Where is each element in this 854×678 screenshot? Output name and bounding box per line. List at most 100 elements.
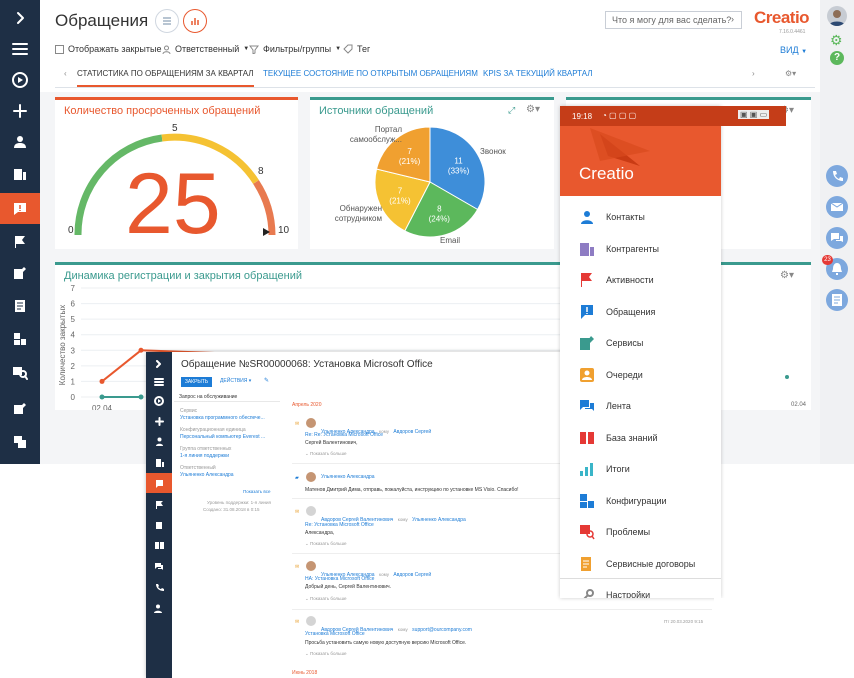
expand-icon[interactable] [0, 2, 40, 33]
flag-icon[interactable] [0, 226, 40, 257]
problems-icon[interactable] [0, 357, 40, 388]
subject[interactable]: Re: Re: Установка Microsoft Office [305, 432, 383, 438]
mobile-menu-activities[interactable]: Активности [560, 264, 721, 295]
tab-settings-icon[interactable]: ⚙▾ [785, 69, 796, 78]
show-closed-toggle[interactable]: Отображать закрытые [55, 44, 161, 54]
contacts-icon[interactable] [146, 431, 172, 451]
slice-value: 11 [454, 157, 463, 166]
gear-icon[interactable]: ⚙ [830, 32, 843, 49]
slice-label: самообслуж... [350, 135, 402, 144]
subject[interactable]: НА: Установка Microsoft Office [305, 576, 374, 582]
email-icon[interactable] [826, 196, 848, 218]
show-more-link[interactable]: ⌄ Показать больше [305, 451, 346, 457]
analytics-view-button[interactable] [183, 9, 207, 33]
recipient[interactable]: support@ourcompany.com [412, 627, 472, 633]
list-view-button[interactable] [155, 9, 179, 33]
author[interactable]: Ульяненко Александра [321, 474, 375, 480]
add-icon[interactable] [0, 95, 40, 126]
settings-icon[interactable]: ⚙▾ [780, 270, 794, 281]
responsible-dropdown[interactable]: Ответственный ▼ [162, 44, 249, 54]
add-icon[interactable] [146, 411, 172, 431]
menu-label: Сервисы [606, 337, 644, 348]
menu-icon[interactable] [146, 372, 172, 392]
mobile-menu-knowledge[interactable]: База знаний [560, 422, 721, 453]
subject[interactable]: Установка Microsoft Office [305, 631, 365, 637]
y-tick-label: 1 [71, 377, 76, 386]
mobile-menu-feed[interactable]: Лента [560, 390, 721, 421]
mobile-menu-settings[interactable]: Настройки [560, 580, 721, 598]
avatar[interactable] [827, 6, 847, 26]
case-nav [146, 352, 172, 678]
windows-icon[interactable] [0, 426, 40, 457]
search-input[interactable]: Что я могу для вас сделать? [605, 11, 742, 29]
mobile-menu-accounts[interactable]: Контрагенты [560, 233, 721, 264]
tab-next-icon[interactable]: › [752, 69, 755, 78]
recipient[interactable]: Авдоров Сергей [393, 429, 431, 435]
view-button[interactable]: ВИД ▼ [780, 45, 807, 55]
help-icon[interactable]: ? [830, 51, 844, 65]
mobile-logo: Creatio [579, 164, 634, 183]
close-button[interactable]: ЗАКРЫТЬ [181, 377, 212, 387]
play-icon[interactable] [146, 391, 172, 411]
cases-icon[interactable] [0, 193, 40, 224]
recipient[interactable]: Авдоров Сергей [393, 572, 431, 578]
phone-icon[interactable] [826, 165, 848, 187]
cases-icon[interactable] [146, 473, 172, 493]
mobile-menu-contracts[interactable]: Сервисные договоры [560, 548, 721, 579]
menu-icon[interactable] [0, 33, 40, 64]
tag-button[interactable]: Тег [343, 44, 370, 54]
contacts-icon[interactable] [0, 126, 40, 157]
knowledge-icon[interactable] [0, 290, 40, 321]
body: Добрый день, Сергей Валентинович. [305, 584, 391, 590]
tab-kpis[interactable]: KPIS ЗА ТЕКУЩИЙ КВАРТАЛ [483, 69, 593, 78]
mobile-menu-cases[interactable]: Обращения [560, 296, 721, 327]
services-icon[interactable] [0, 257, 40, 288]
mobile-menu-dashboards[interactable]: Итоги [560, 453, 721, 484]
mobile-menu-contacts[interactable]: Контакты [560, 201, 721, 232]
users-icon[interactable] [146, 598, 172, 618]
tab-stats[interactable]: СТАТИСТИКА ПО ОБРАЩЕНИЯМ ЗА КВАРТАЛ [77, 69, 254, 87]
show-more-link[interactable]: ⌄ Показать больше [305, 541, 346, 547]
expand-icon[interactable] [146, 354, 172, 374]
mobile-menu-configs[interactable]: Конфигурации [560, 485, 721, 516]
y-axis-label: Количество закрытых [58, 305, 67, 385]
field-value[interactable]: Установка программного обеспече... [180, 415, 265, 421]
config-icon[interactable] [0, 323, 40, 354]
chat-icon[interactable] [826, 227, 848, 249]
knowledge-icon[interactable] [146, 535, 172, 555]
tab-prev-icon[interactable]: ‹ [64, 69, 67, 78]
document-icon[interactable] [826, 289, 848, 311]
services-icon[interactable] [146, 514, 172, 534]
mobile-menu-queues[interactable]: Очереди [560, 359, 721, 390]
contracts-icon[interactable] [0, 392, 40, 423]
field-value[interactable]: 1-я линия поддержки [180, 453, 229, 459]
actions-button[interactable]: ДЕЙСТВИЯ ▾ [220, 378, 251, 384]
recipient[interactable]: Ульяненко Александра [412, 517, 466, 523]
slice-pct: (21%) [399, 157, 421, 166]
mobile-menu-problems[interactable]: Проблемы [560, 516, 721, 547]
field-value[interactable]: Ульяненко Александра [180, 472, 234, 478]
checkbox[interactable] [55, 44, 64, 54]
filters-dropdown[interactable]: Фильтры/группы ▼ [249, 44, 341, 54]
tab-current-state[interactable]: ТЕКУЩЕЕ СОСТОЯНИЕ ПО ОТКРЫТЫМ ОБРАЩЕНИЯМ [263, 69, 478, 78]
show-all-link[interactable]: Показать все [243, 489, 270, 494]
flag-icon[interactable] [146, 494, 172, 514]
accounts-icon[interactable] [0, 158, 40, 189]
y-tick-label: 5 [71, 315, 76, 324]
mobile-menu-services[interactable]: Сервисы [560, 327, 721, 358]
phone-icon[interactable] [146, 577, 172, 597]
show-more-link[interactable]: ⌄ Показать больше [305, 651, 346, 657]
line-point [138, 347, 144, 353]
chat-icon[interactable] [146, 556, 172, 576]
y-tick-label: 2 [71, 362, 76, 371]
attachment-icon[interactable]: ✎ [264, 377, 269, 384]
accounts-icon[interactable] [146, 452, 172, 472]
field-value[interactable]: Персональный компьютер Everest ... [180, 434, 265, 440]
subject[interactable]: Re: Установка Microsoft Office [305, 522, 374, 528]
pie-chart: 11(33%)Звонок8(24%)Email7(21%)Обнаруженс… [335, 125, 507, 245]
show-more-link[interactable]: ⌄ Показать больше [305, 596, 346, 602]
case-title: Обращение №SR00000068: Установка Microso… [181, 359, 433, 370]
version-label: 7.16.0.4461 [779, 29, 806, 35]
play-icon[interactable] [0, 64, 40, 95]
line-point [99, 378, 105, 384]
